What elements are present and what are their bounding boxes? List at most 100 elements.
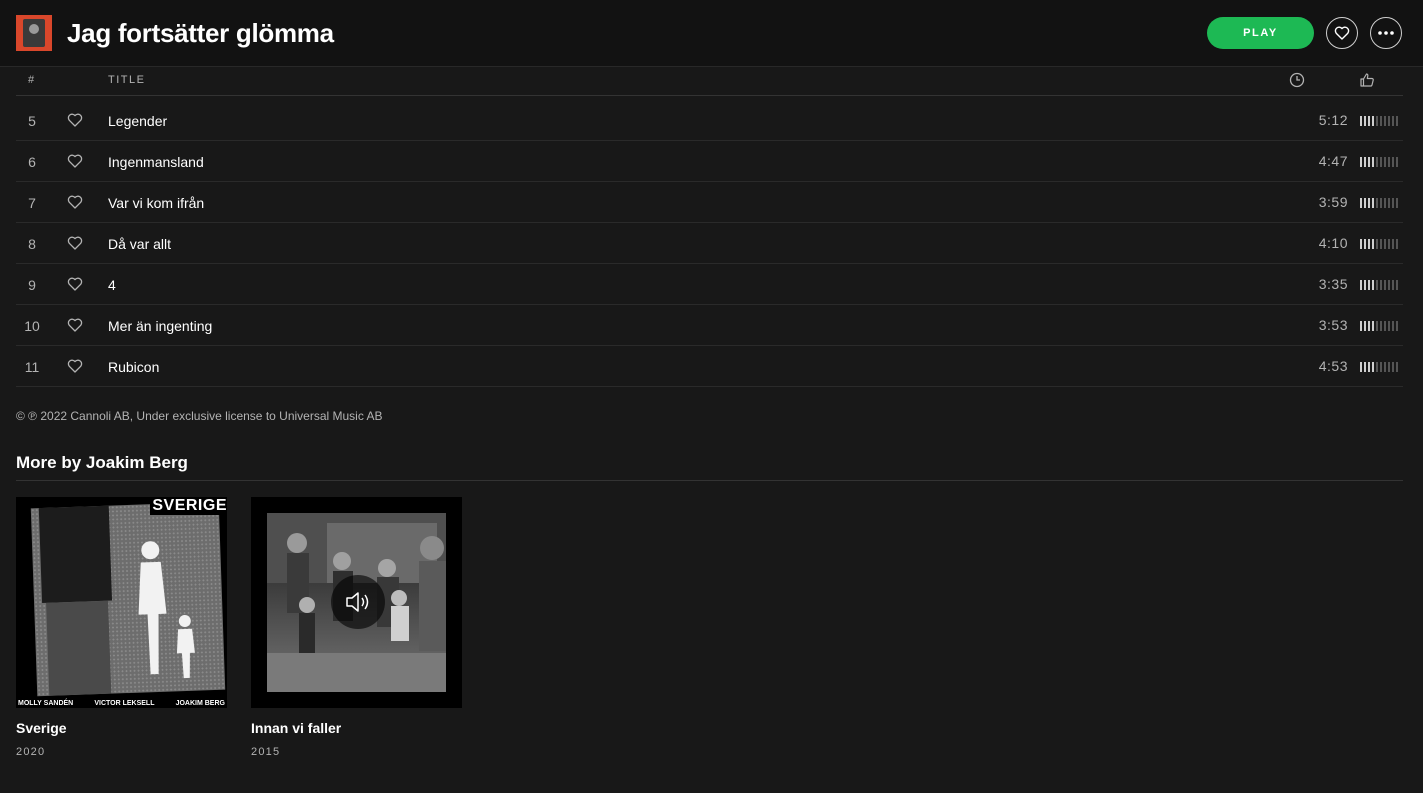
track-row[interactable]: 6 Ingenmansland 4:47 (16, 141, 1403, 182)
heart-icon[interactable] (67, 358, 83, 377)
cover-credit: MOLLY SANDÉN (18, 700, 74, 707)
track-number: 10 (24, 318, 40, 334)
popularity-tick (1392, 239, 1394, 249)
popularity-tick (1376, 239, 1378, 249)
heart-icon[interactable] (67, 112, 83, 131)
play-button[interactable]: PLAY (1207, 17, 1314, 49)
track-number: 11 (24, 359, 40, 375)
track-duration: 5:12 (1318, 112, 1348, 128)
copyright-text: © ℗ 2022 Cannoli AB, Under exclusive lic… (16, 409, 383, 423)
popularity-tick (1368, 321, 1370, 331)
popularity-tick (1380, 280, 1382, 290)
popularity-tick (1392, 116, 1394, 126)
track-duration: 4:53 (1318, 358, 1348, 374)
album-cover[interactable]: SVERIGE MOLLY SANDÉN VICTOR LEKSELL JOAK… (16, 497, 227, 708)
track-row[interactable]: 8 Då var allt 4:10 (16, 223, 1403, 264)
track-name[interactable]: Var vi kom ifrån (108, 195, 204, 211)
heart-icon[interactable] (67, 153, 83, 172)
track-duration: 3:35 (1318, 276, 1348, 292)
track-name[interactable]: Ingenmansland (108, 154, 204, 170)
track-number: 5 (28, 113, 36, 129)
popularity-tick (1368, 198, 1370, 208)
heart-icon[interactable] (67, 194, 83, 213)
popularity-tick (1360, 198, 1362, 208)
album-title: Jag fortsätter glömma (67, 18, 334, 48)
popularity-tick (1368, 157, 1370, 167)
heart-icon[interactable] (67, 276, 83, 295)
popularity-bar (1360, 362, 1398, 372)
popularity-tick (1372, 362, 1374, 372)
popularity-tick (1380, 116, 1382, 126)
popularity-tick (1372, 116, 1374, 126)
track-number: 6 (28, 154, 36, 170)
track-row[interactable]: 5 Legender 5:12 (16, 100, 1403, 141)
popularity-tick (1360, 116, 1362, 126)
popularity-bar (1360, 280, 1398, 290)
track-row[interactable]: 11 Rubicon 4:53 (16, 346, 1403, 387)
popularity-tick (1360, 362, 1362, 372)
popularity-tick (1360, 157, 1362, 167)
popularity-tick (1392, 321, 1394, 331)
heart-icon[interactable] (67, 317, 83, 336)
album-card[interactable]: Innan vi faller 2015 (251, 497, 462, 758)
popularity-tick (1384, 239, 1386, 249)
top-bar: Jag fortsätter glömma PLAY (0, 0, 1423, 67)
track-list-header: # TITLE (16, 67, 1403, 96)
album-cover[interactable] (251, 497, 462, 708)
popularity-tick (1368, 280, 1370, 290)
more-options-button[interactable] (1370, 17, 1402, 49)
track-name[interactable]: Då var allt (108, 236, 171, 252)
track-name[interactable]: Rubicon (108, 359, 159, 375)
thumbs-up-icon (1359, 72, 1375, 91)
cover-title-text: SVERIGE (150, 497, 227, 515)
track-row[interactable]: 7 Var vi kom ifrån 3:59 (16, 182, 1403, 223)
popularity-tick (1388, 321, 1390, 331)
more-icon (1378, 31, 1394, 35)
track-number: 9 (28, 277, 36, 293)
popularity-tick (1364, 157, 1366, 167)
popularity-tick (1384, 116, 1386, 126)
cover-credit: VICTOR LEKSELL (94, 700, 155, 707)
popularity-tick (1372, 198, 1374, 208)
track-name[interactable]: 4 (108, 277, 116, 293)
column-title: TITLE (108, 74, 146, 86)
track-list: 5 Legender 5:12 6 Ingenmansland 4:47 7 V… (16, 100, 1403, 387)
popularity-bar (1360, 116, 1398, 126)
popularity-tick (1396, 321, 1398, 331)
cover-artwork (30, 501, 226, 697)
popularity-tick (1376, 198, 1378, 208)
track-name[interactable]: Mer än ingenting (108, 318, 212, 334)
popularity-tick (1364, 198, 1366, 208)
popularity-tick (1380, 198, 1382, 208)
album-card-title[interactable]: Innan vi faller (251, 720, 341, 736)
track-name[interactable]: Legender (108, 113, 167, 129)
more-by-heading: More by Joakim Berg (16, 453, 1403, 481)
popularity-tick (1396, 362, 1398, 372)
track-row[interactable]: 9 4 3:35 (16, 264, 1403, 305)
popularity-tick (1364, 362, 1366, 372)
popularity-tick (1376, 362, 1378, 372)
popularity-bar (1360, 198, 1398, 208)
heart-icon[interactable] (67, 235, 83, 254)
popularity-tick (1384, 198, 1386, 208)
popularity-tick (1396, 116, 1398, 126)
track-row[interactable]: 10 Mer än ingenting 3:53 (16, 305, 1403, 346)
popularity-tick (1392, 198, 1394, 208)
popularity-tick (1364, 239, 1366, 249)
album-card[interactable]: SVERIGE MOLLY SANDÉN VICTOR LEKSELL JOAK… (16, 497, 227, 758)
album-thumbnail (16, 15, 52, 51)
album-card-year: 2015 (251, 746, 281, 758)
popularity-tick (1380, 321, 1382, 331)
popularity-tick (1368, 362, 1370, 372)
track-number: 7 (28, 195, 36, 211)
speaker-icon[interactable] (331, 575, 385, 629)
popularity-tick (1392, 157, 1394, 167)
popularity-tick (1380, 157, 1382, 167)
popularity-tick (1360, 321, 1362, 331)
track-duration: 3:59 (1318, 194, 1348, 210)
album-card-title[interactable]: Sverige (16, 720, 67, 736)
like-album-button[interactable] (1326, 17, 1358, 49)
heart-icon (1334, 26, 1350, 40)
album-card-year: 2020 (16, 746, 46, 758)
track-duration: 3:53 (1318, 317, 1348, 333)
